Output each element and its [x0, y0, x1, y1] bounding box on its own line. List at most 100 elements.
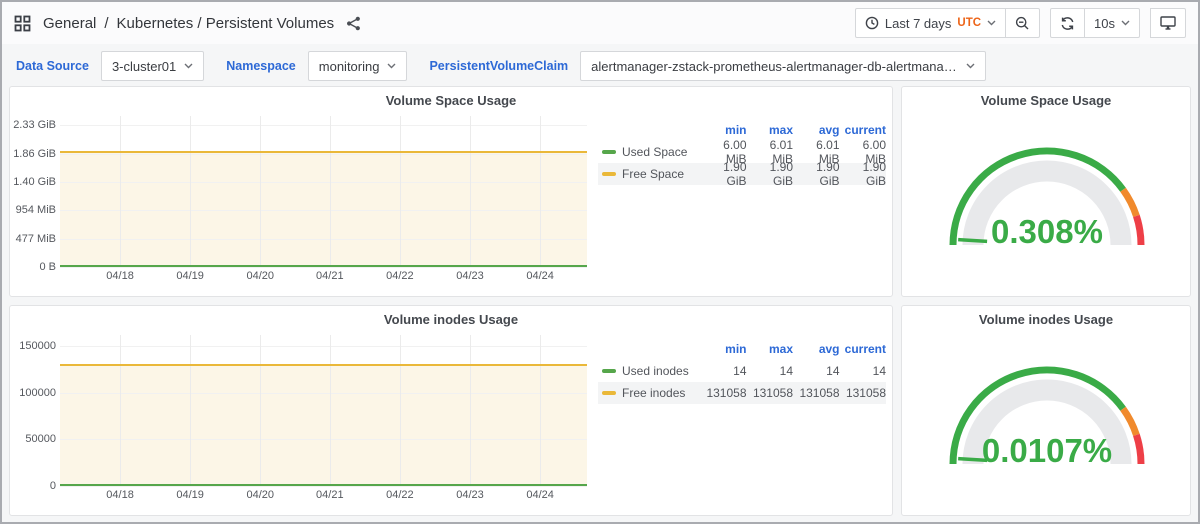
refresh-button[interactable] — [1050, 8, 1085, 38]
series-area-fill — [60, 364, 587, 486]
legend-series-row: Free inodes131058131058131058131058 — [598, 382, 886, 404]
dashboard-grid-icon[interactable] — [14, 15, 31, 32]
time-controls: Last 7 days UTC — [855, 8, 1040, 38]
panel-volume-space-usage-gauge: Volume Space Usage 0.308% — [901, 86, 1191, 297]
gridline — [540, 335, 541, 486]
x-axis-tick-label: 04/19 — [168, 270, 212, 282]
x-axis-tick-label: 04/18 — [98, 489, 142, 501]
legend-stat-value: 131058 — [747, 386, 794, 400]
panel-title[interactable]: Volume Space Usage — [10, 87, 892, 108]
datasource-label: Data Source — [12, 59, 93, 73]
legend-stat-value: 14 — [840, 364, 887, 378]
legend-header-row: minmaxavgcurrent — [598, 338, 886, 360]
gridline — [60, 439, 587, 440]
legend-stat-value: 131058 — [700, 386, 747, 400]
legend-header: avg — [793, 123, 840, 137]
datasource-select[interactable]: 3-cluster01 — [101, 51, 204, 81]
gridline — [60, 210, 587, 211]
gridline — [60, 125, 587, 126]
gridline — [470, 116, 471, 267]
y-axis-tick-label: 2.33 GiB — [13, 119, 56, 131]
share-icon[interactable] — [346, 16, 361, 31]
gridline — [260, 335, 261, 486]
panel-title[interactable]: Volume inodes Usage — [902, 306, 1190, 327]
gridline — [260, 116, 261, 267]
series-color-swatch — [602, 150, 616, 154]
refresh-interval-picker[interactable]: 10s — [1084, 8, 1140, 38]
panel-title[interactable]: Volume inodes Usage — [10, 306, 892, 327]
y-axis-tick-label: 100000 — [19, 387, 56, 399]
legend-stat-value: 1.90 GiB — [840, 160, 887, 188]
panel-volume-space-usage-graph: Volume Space Usage 2.33 GiB 1.86 GiB 1.40 … — [9, 86, 893, 297]
chevron-down-icon — [966, 63, 975, 69]
legend-table: minmaxavgcurrentUsed inodes14141414Free … — [598, 338, 886, 404]
namespace-select[interactable]: monitoring — [308, 51, 408, 81]
x-axis-tick-label: 04/19 — [168, 489, 212, 501]
breadcrumb-dashboard-title[interactable]: Kubernetes / Persistent Volumes — [117, 15, 335, 32]
x-axis-tick-label: 04/24 — [518, 489, 562, 501]
pvc-select[interactable]: alertmanager-zstack-prometheus-alertmana… — [580, 51, 986, 81]
refresh-interval-label: 10s — [1094, 16, 1115, 31]
legend-header: current — [840, 123, 887, 137]
x-axis-tick-label: 04/22 — [378, 489, 422, 501]
legend-stat-value: 14 — [747, 364, 794, 378]
gridline — [400, 335, 401, 486]
gauge-value-text: 0.0107% — [982, 432, 1112, 469]
legend-series-name[interactable]: Used Space — [598, 145, 700, 159]
legend-stat-value: 14 — [793, 364, 840, 378]
series-area-fill — [60, 151, 587, 267]
legend-series-name[interactable]: Used inodes — [598, 364, 700, 378]
gridline — [60, 182, 587, 183]
x-axis-tick-label: 04/21 — [308, 270, 352, 282]
chevron-down-icon — [987, 20, 996, 26]
gauge-threshold-arc — [1136, 216, 1141, 245]
namespace-label: Namespace — [222, 59, 300, 73]
series-line — [60, 484, 587, 486]
y-axis-tick-label: 1.40 GiB — [13, 176, 56, 188]
x-axis-tick-label: 04/23 — [448, 489, 492, 501]
legend-header: min — [700, 123, 747, 137]
variable-pvc: PersistentVolumeClaim alertmanager-zstac… — [425, 51, 986, 81]
cycle-view-mode-button[interactable] — [1150, 8, 1186, 38]
clock-icon — [865, 16, 879, 30]
breadcrumb-separator: / — [104, 15, 108, 32]
chevron-down-icon — [184, 63, 193, 69]
legend-stat-value: 1.90 GiB — [747, 160, 794, 188]
x-axis-tick-label: 04/20 — [238, 489, 282, 501]
gauge-threshold-arc — [1123, 190, 1136, 216]
timeseries-plot[interactable] — [60, 335, 587, 486]
legend-header: avg — [793, 342, 840, 356]
legend-stat-value: 1.90 GiB — [793, 160, 840, 188]
gridline — [60, 393, 587, 394]
gridline — [400, 116, 401, 267]
y-axis-tick-label: 150000 — [19, 340, 56, 352]
series-line — [60, 364, 587, 366]
view-mode-group — [1150, 8, 1186, 38]
legend-header: min — [700, 342, 747, 356]
gridline — [190, 116, 191, 267]
gridline — [120, 116, 121, 267]
series-color-swatch — [602, 369, 616, 373]
legend-series-name[interactable]: Free Space — [598, 167, 700, 181]
pvc-label: PersistentVolumeClaim — [425, 59, 572, 73]
timeseries-plot[interactable] — [60, 116, 587, 267]
gridline — [60, 486, 587, 487]
series-line — [60, 151, 587, 153]
legend-series-row: Used inodes14141414 — [598, 360, 886, 382]
gridline — [330, 335, 331, 486]
breadcrumb-folder[interactable]: General — [43, 15, 96, 32]
monitor-icon — [1160, 16, 1176, 30]
gridline — [60, 239, 587, 240]
panel-volume-inodes-usage-graph: Volume inodes Usage 150000100000500000 0… — [9, 305, 893, 516]
grafana-window: General / Kubernetes / Persistent Volume… — [0, 0, 1200, 524]
panel-title[interactable]: Volume Space Usage — [902, 87, 1190, 108]
x-axis-tick-label: 04/20 — [238, 270, 282, 282]
gauge-threshold-arc — [1123, 409, 1136, 435]
legend-table: minmaxavgcurrentUsed Space6.00 MiB6.01 M… — [598, 119, 886, 185]
zoom-out-button[interactable] — [1005, 8, 1040, 38]
time-range-picker[interactable]: Last 7 days UTC — [855, 8, 1006, 38]
y-axis-tick-label: 1.86 GiB — [13, 148, 56, 160]
legend-series-name[interactable]: Free inodes — [598, 386, 700, 400]
x-axis-tick-label: 04/22 — [378, 270, 422, 282]
dashboard-grid: Volume Space Usage 2.33 GiB 1.86 GiB 1.40 … — [2, 86, 1198, 516]
